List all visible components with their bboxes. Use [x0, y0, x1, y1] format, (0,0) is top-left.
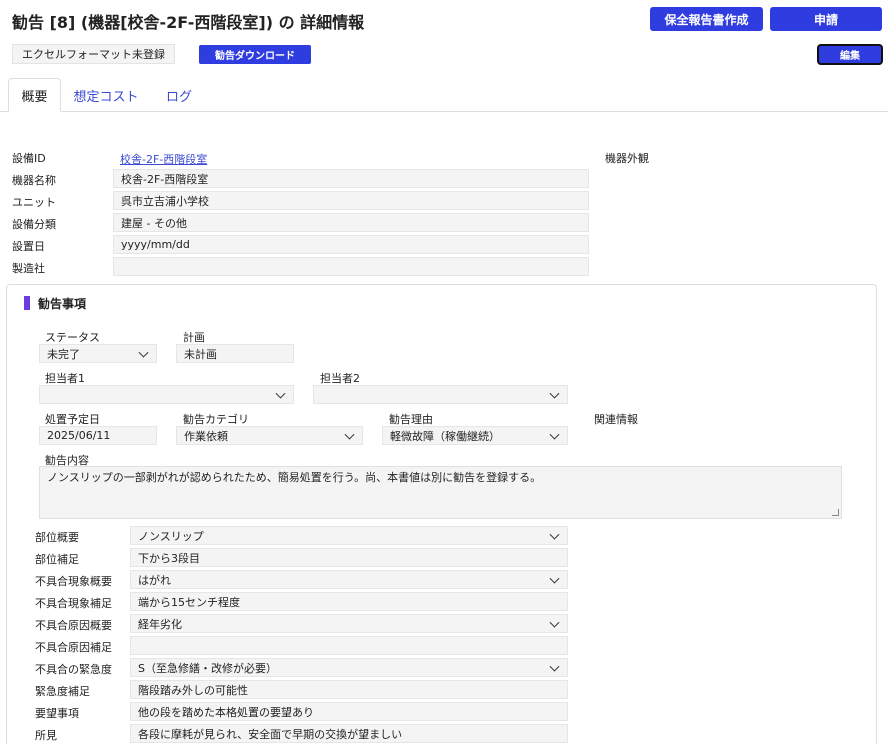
- tab-overview[interactable]: 概要: [8, 78, 61, 112]
- status-label: ステータス: [45, 331, 100, 344]
- plan-field: 未計画: [176, 344, 294, 363]
- reason-select[interactable]: 軽微故障（稼働継続）: [382, 426, 568, 445]
- tab-estimated-cost[interactable]: 想定コスト: [66, 78, 146, 112]
- request-label: 要望事項: [35, 707, 79, 720]
- assignee1-label: 担当者1: [45, 372, 85, 385]
- urgency-value: S（至急修繕・改修が必要）: [138, 661, 277, 675]
- equipment-name-label: 機器名称: [12, 174, 56, 187]
- reason-value: 軽微故障（稼働継続）: [390, 429, 500, 443]
- assignee2-label: 担当者2: [320, 372, 360, 385]
- rec-category-select[interactable]: 作業依頼: [176, 426, 363, 445]
- defect-summary-select[interactable]: はがれ: [130, 570, 568, 589]
- reason-label: 勧告理由: [389, 413, 433, 426]
- page-title: 勧告 [8] (機器[校舎-2F-西階段室]) の 詳細情報: [12, 13, 365, 32]
- part-detail-label: 部位補足: [35, 553, 79, 566]
- chevron-down-icon: [138, 347, 149, 358]
- urgency-detail-label: 緊急度補足: [35, 685, 90, 698]
- findings-field[interactable]: 各段に摩耗が見られ、安全面で早期の交換が望ましい: [130, 724, 568, 743]
- cause-detail-label: 不具合原因補足: [35, 641, 112, 654]
- chevron-down-icon: [549, 429, 560, 440]
- assignee1-select[interactable]: [39, 385, 294, 404]
- edit-button[interactable]: 編集: [817, 44, 883, 65]
- tab-bar: 概要 想定コスト ログ: [0, 78, 888, 112]
- plan-label: 計画: [183, 331, 205, 344]
- rec-category-label: 勧告カテゴリ: [183, 413, 249, 426]
- defect-summary-value: はがれ: [138, 573, 171, 587]
- equipment-id-label: 設備ID: [12, 152, 46, 165]
- part-summary-value: ノンスリップ: [138, 529, 204, 543]
- defect-summary-label: 不具合現象概要: [35, 575, 112, 588]
- status-value: 未完了: [47, 347, 80, 361]
- tab-log[interactable]: ログ: [156, 78, 202, 112]
- cause-summary-value: 経年劣化: [138, 617, 182, 631]
- cause-summary-select[interactable]: 経年劣化: [130, 614, 568, 633]
- apply-button[interactable]: 申請: [770, 7, 882, 31]
- maker-field: [113, 257, 589, 276]
- part-detail-field[interactable]: 下から3段目: [130, 548, 568, 567]
- rec-category-value: 作業依頼: [184, 429, 228, 443]
- cause-detail-field[interactable]: [130, 636, 568, 655]
- section-title: 勧告事項: [38, 297, 87, 311]
- equipment-category-field: 建屋 - その他: [113, 213, 589, 232]
- equipment-name-field: 校舎-2F-西階段室: [113, 169, 589, 188]
- part-summary-select[interactable]: ノンスリップ: [130, 526, 568, 545]
- scheduled-date-label: 処置予定日: [45, 413, 100, 426]
- install-date-label: 設置日: [12, 240, 45, 253]
- maker-label: 製造社: [12, 262, 45, 275]
- cause-summary-label: 不具合原因概要: [35, 619, 112, 632]
- equipment-category-label: 設備分類: [12, 218, 56, 231]
- related-info-label: 関連情報: [594, 413, 638, 426]
- chevron-down-icon: [549, 573, 560, 584]
- chevron-down-icon: [549, 661, 560, 672]
- status-select[interactable]: 未完了: [39, 344, 157, 363]
- urgency-select[interactable]: S（至急修繕・改修が必要）: [130, 658, 568, 677]
- download-button[interactable]: 勧告ダウンロード: [199, 45, 311, 64]
- defect-detail-label: 不具合現象補足: [35, 597, 112, 610]
- resize-handle-icon[interactable]: [832, 509, 839, 516]
- request-field[interactable]: 他の段を踏めた本格処置の要望あり: [130, 702, 568, 721]
- content-text: ノンスリップの一部剥がれが認められたため、簡易処置を行う。尚、本書値は別に勧告を…: [47, 471, 542, 484]
- defect-detail-field[interactable]: 端から15センチ程度: [130, 592, 568, 611]
- excel-status-badge: エクセルフォーマット未登録: [12, 44, 175, 64]
- scheduled-date-field[interactable]: 2025/06/11: [39, 426, 157, 445]
- appearance-label: 機器外観: [605, 152, 649, 165]
- chevron-down-icon: [549, 529, 560, 540]
- create-report-button[interactable]: 保全報告書作成: [650, 7, 763, 31]
- unit-label: ユニット: [12, 196, 56, 209]
- install-date-field: yyyy/mm/dd: [113, 235, 589, 254]
- chevron-down-icon: [275, 388, 286, 399]
- urgency-detail-field[interactable]: 階段踏み外しの可能性: [130, 680, 568, 699]
- findings-label: 所見: [35, 729, 57, 742]
- chevron-down-icon: [549, 388, 560, 399]
- unit-field: 呉市立吉浦小学校: [113, 191, 589, 210]
- urgency-label: 不具合の緊急度: [35, 663, 112, 676]
- chevron-down-icon: [549, 617, 560, 628]
- section-accent-bar: [24, 296, 30, 310]
- equipment-id-link[interactable]: 校舎-2F-西階段室: [120, 151, 207, 167]
- chevron-down-icon: [344, 429, 355, 440]
- content-textarea[interactable]: ノンスリップの一部剥がれが認められたため、簡易処置を行う。尚、本書値は別に勧告を…: [39, 466, 842, 519]
- assignee2-select[interactable]: [313, 385, 568, 404]
- part-summary-label: 部位概要: [35, 531, 79, 544]
